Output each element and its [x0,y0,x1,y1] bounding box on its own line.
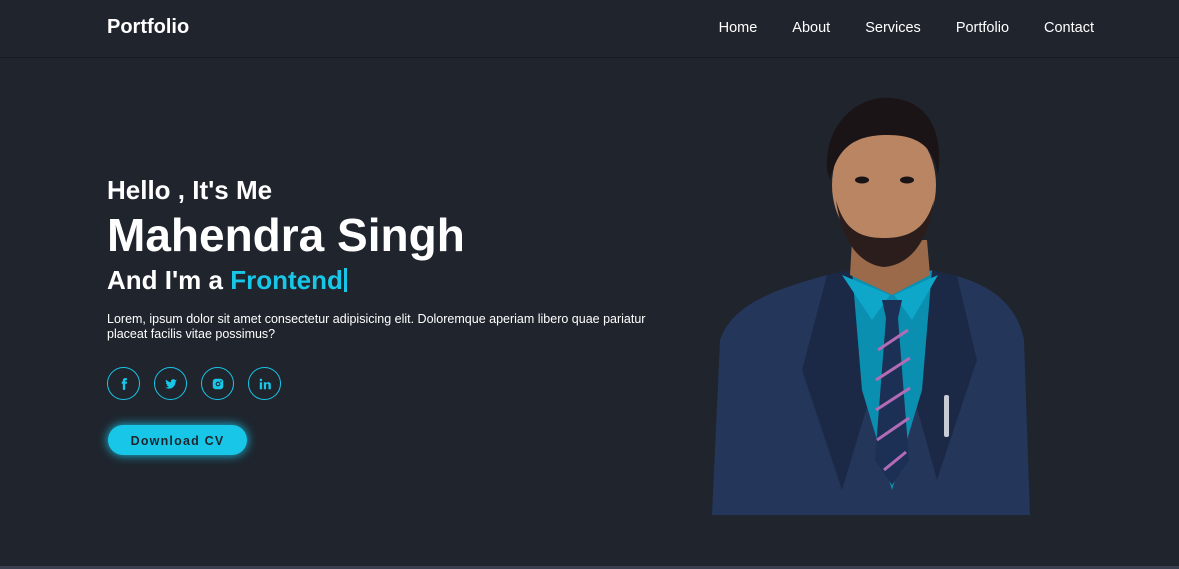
main-nav: Home About Services Portfolio Contact [719,20,1094,36]
twitter-icon[interactable] [154,367,187,400]
instagram-icon-glyph [212,378,223,389]
instagram-icon[interactable] [201,367,234,400]
facebook-icon[interactable] [107,367,140,400]
nav-about[interactable]: About [792,20,830,36]
logo[interactable]: Portfolio [107,16,189,39]
hero-description: Lorem, ipsum dolor sit amet consectetur … [107,312,646,341]
hero-name: Mahendra Singh [107,209,465,261]
linkedin-icon[interactable] [248,367,281,400]
profile-photo [712,97,1030,515]
facebook-icon-glyph [121,377,127,390]
typing-cursor [343,268,347,292]
role-highlight: Frontend [230,265,343,295]
site-header: Portfolio Home About Services Portfolio … [0,0,1179,58]
hero-greeting: Hello , It's Me [107,175,273,205]
hero-role: And I'm a Frontend [107,262,667,298]
twitter-icon-glyph [164,378,177,389]
download-cv-button[interactable]: Download CV [108,425,247,455]
nav-home[interactable]: Home [719,20,758,36]
nav-services[interactable]: Services [865,20,921,36]
role-prefix: And I'm a [107,265,223,295]
social-links [107,367,667,400]
linkedin-icon-glyph [259,378,271,389]
hero-content: Hello , It's Me Mahendra Singh And I'm a… [107,172,667,455]
nav-contact[interactable]: Contact [1044,20,1094,36]
nav-portfolio[interactable]: Portfolio [956,20,1009,36]
